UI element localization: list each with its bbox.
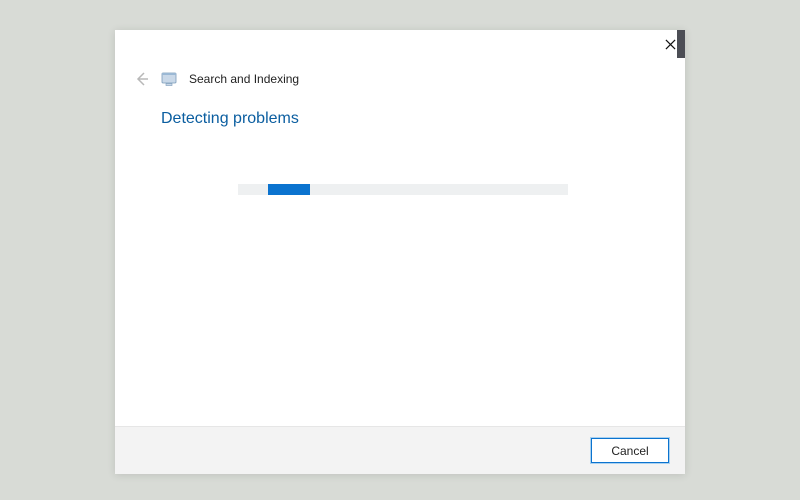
back-arrow-icon: [134, 71, 150, 87]
content-area: Detecting problems: [115, 92, 685, 426]
troubleshooter-dialog: Search and Indexing Detecting problems C…: [115, 30, 685, 474]
troubleshooter-title: Search and Indexing: [189, 72, 299, 86]
window-edge-strip: [677, 30, 685, 58]
troubleshooter-icon: [161, 70, 179, 88]
breadcrumb: Search and Indexing: [115, 60, 685, 92]
titlebar: [115, 30, 685, 60]
page-heading: Detecting problems: [161, 110, 645, 128]
close-button[interactable]: [655, 30, 685, 58]
dialog-footer: Cancel: [115, 426, 685, 474]
cancel-button[interactable]: Cancel: [591, 438, 669, 463]
back-button[interactable]: [133, 70, 151, 88]
close-icon: [665, 39, 676, 50]
progress-container: [161, 184, 645, 195]
progress-fill: [268, 184, 310, 195]
progress-bar: [238, 184, 568, 195]
